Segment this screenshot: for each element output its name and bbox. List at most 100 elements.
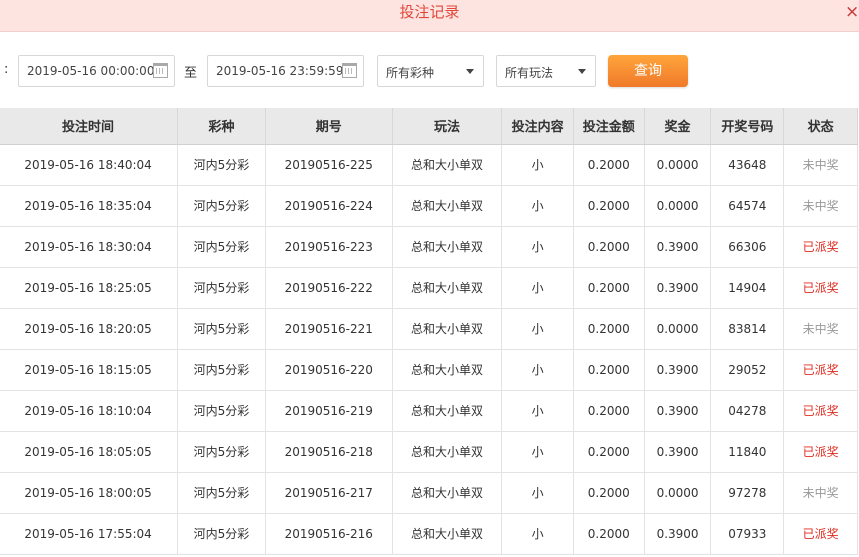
cell-play: 总和大小单双 — [392, 349, 503, 391]
cell-content: 小 — [501, 185, 574, 227]
cell-lottery: 河内5分彩 — [177, 513, 266, 555]
page-title: 投注记录 — [399, 3, 460, 21]
cell-prize: 0.3900 — [644, 349, 712, 391]
start-date-input[interactable]: 2019-05-16 00:00:00 — [18, 55, 175, 87]
cell-status: 已派奖 — [783, 267, 858, 309]
table-row[interactable]: 2019-05-16 18:05:05 河内5分彩 20190516-218 总和大小… — [0, 431, 858, 473]
cell-prize: 0.0000 — [644, 472, 712, 514]
cell-content: 小 — [501, 472, 574, 514]
cell-prize: 0.0000 — [644, 185, 712, 227]
chevron-down-icon — [578, 69, 586, 74]
cell-number: 97278 — [710, 472, 785, 514]
end-date-input[interactable]: 2019-05-16 23:59:59 — [207, 55, 364, 87]
cell-amount: 0.2000 — [573, 144, 645, 186]
cell-lottery: 河内5分彩 — [177, 472, 266, 514]
cell-amount: 0.2000 — [573, 349, 645, 391]
cell-lottery: 河内5分彩 — [177, 185, 266, 227]
cell-time: 2019-05-16 18:25:05 — [0, 267, 179, 309]
cell-status: 未中奖 — [783, 472, 858, 514]
cell-play: 总和大小单双 — [392, 472, 503, 514]
cell-content: 小 — [501, 431, 574, 473]
start-date-value: 2019-05-16 00:00:00 — [27, 64, 155, 78]
play-select-value: 所有玩法 — [505, 66, 554, 80]
cell-number: 43648 — [710, 144, 785, 186]
table-row[interactable]: 2019-05-16 18:25:05 河内5分彩 20190516-222 总和大小… — [0, 267, 858, 309]
cell-content: 小 — [501, 308, 574, 350]
filter-colon: : — [4, 62, 9, 77]
cell-prize: 0.0000 — [644, 144, 712, 186]
header-prize: 奖金 — [644, 108, 712, 145]
play-select[interactable]: 所有玩法 — [496, 55, 596, 87]
header-play: 玩法 — [392, 108, 503, 145]
cell-issue: 20190516-223 — [265, 226, 393, 268]
cell-time: 2019-05-16 18:30:04 — [0, 226, 179, 268]
header-status: 状态 — [783, 108, 858, 145]
cell-time: 2019-05-16 18:20:05 — [0, 308, 179, 350]
table-row[interactable]: 2019-05-16 18:35:04 河内5分彩 20190516-224 总和大小… — [0, 185, 858, 227]
cell-status: 未中奖 — [783, 308, 858, 350]
table-row[interactable]: 2019-05-16 18:20:05 河内5分彩 20190516-221 总和大小… — [0, 308, 858, 350]
cell-issue: 20190516-222 — [265, 267, 393, 309]
calendar-icon[interactable] — [153, 63, 168, 78]
table-row[interactable]: 2019-05-16 18:15:05 河内5分彩 20190516-220 总和大小… — [0, 349, 858, 391]
cell-number: 07933 — [710, 513, 785, 555]
cell-status: 已派奖 — [783, 513, 858, 555]
cell-status: 已派奖 — [783, 349, 858, 391]
cell-lottery: 河内5分彩 — [177, 349, 266, 391]
cell-play: 总和大小单双 — [392, 267, 503, 309]
table-row[interactable]: 2019-05-16 18:00:05 河内5分彩 20190516-217 总和大小… — [0, 472, 858, 514]
query-button[interactable]: 查询 — [608, 55, 688, 87]
cell-lottery: 河内5分彩 — [177, 308, 266, 350]
cell-issue: 20190516-221 — [265, 308, 393, 350]
cell-amount: 0.2000 — [573, 267, 645, 309]
header-lottery: 彩种 — [177, 108, 266, 145]
cell-lottery: 河内5分彩 — [177, 431, 266, 473]
cell-play: 总和大小单双 — [392, 390, 503, 432]
date-range-separator: 至 — [184, 66, 198, 81]
cell-time: 2019-05-16 18:05:05 — [0, 431, 179, 473]
cell-issue: 20190516-217 — [265, 472, 393, 514]
cell-issue: 20190516-225 — [265, 144, 393, 186]
cell-status: 已派奖 — [783, 226, 858, 268]
table-row[interactable]: 2019-05-16 18:40:04 河内5分彩 20190516-225 总和大小… — [0, 144, 858, 186]
cell-play: 总和大小单双 — [392, 308, 503, 350]
table-row[interactable]: 2019-05-16 18:30:04 河内5分彩 20190516-223 总和大小… — [0, 226, 858, 268]
cell-issue: 20190516-224 — [265, 185, 393, 227]
cell-prize: 0.3900 — [644, 267, 712, 309]
lottery-select-value: 所有彩种 — [386, 66, 435, 80]
cell-status: 已派奖 — [783, 390, 858, 432]
close-icon[interactable]: × — [845, 2, 859, 22]
cell-play: 总和大小单双 — [392, 431, 503, 473]
cell-content: 小 — [501, 513, 574, 555]
cell-lottery: 河内5分彩 — [177, 144, 266, 186]
cell-amount: 0.2000 — [573, 513, 645, 555]
title-bar: 投注记录 × — [0, 0, 859, 32]
header-content: 投注内容 — [501, 108, 574, 145]
cell-number: 66306 — [710, 226, 785, 268]
table-row[interactable]: 2019-05-16 18:10:04 河内5分彩 20190516-219 总和大小… — [0, 390, 858, 432]
cell-lottery: 河内5分彩 — [177, 267, 266, 309]
table-row[interactable]: 2019-05-16 17:55:04 河内5分彩 20190516-216 总和大小… — [0, 513, 858, 555]
cell-time: 2019-05-16 18:40:04 — [0, 144, 179, 186]
cell-amount: 0.2000 — [573, 226, 645, 268]
cell-amount: 0.2000 — [573, 390, 645, 432]
end-date-value: 2019-05-16 23:59:59 — [216, 64, 344, 78]
cell-play: 总和大小单双 — [392, 513, 503, 555]
cell-amount: 0.2000 — [573, 185, 645, 227]
cell-content: 小 — [501, 390, 574, 432]
cell-time: 2019-05-16 18:00:05 — [0, 472, 179, 514]
cell-time: 2019-05-16 18:10:04 — [0, 390, 179, 432]
cell-lottery: 河内5分彩 — [177, 390, 266, 432]
cell-status: 未中奖 — [783, 185, 858, 227]
cell-amount: 0.2000 — [573, 472, 645, 514]
cell-content: 小 — [501, 144, 574, 186]
cell-play: 总和大小单双 — [392, 144, 503, 186]
calendar-icon[interactable] — [342, 63, 357, 78]
cell-number: 14904 — [710, 267, 785, 309]
cell-content: 小 — [501, 349, 574, 391]
cell-lottery: 河内5分彩 — [177, 226, 266, 268]
cell-content: 小 — [501, 267, 574, 309]
lottery-select[interactable]: 所有彩种 — [377, 55, 484, 87]
cell-time: 2019-05-16 17:55:04 — [0, 513, 179, 555]
cell-issue: 20190516-220 — [265, 349, 393, 391]
